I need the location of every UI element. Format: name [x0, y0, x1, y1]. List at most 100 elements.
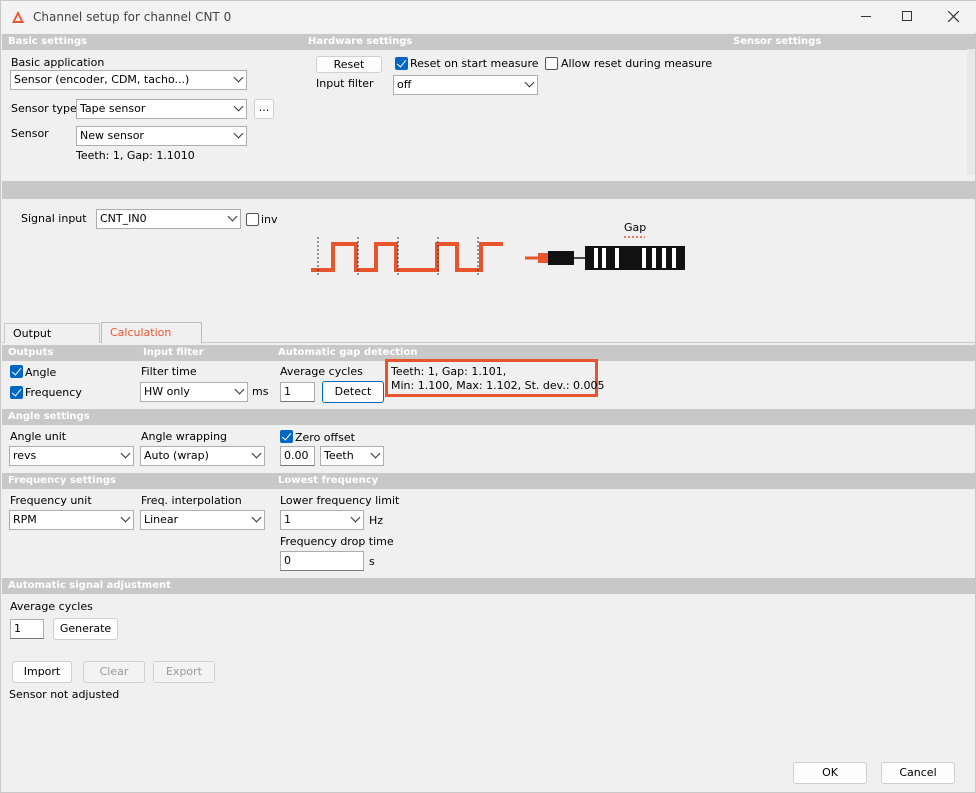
angle-output-label: Angle	[25, 366, 57, 379]
maximize-button[interactable]	[887, 1, 927, 33]
signal-input-select[interactable]: CNT_IN0	[96, 209, 241, 229]
chevron-down-icon	[120, 448, 131, 459]
sensor-settings-header: Sensor settings	[733, 36, 822, 47]
angle-unit-select[interactable]: revs	[9, 446, 134, 466]
chevron-down-icon	[227, 211, 238, 222]
hardware-settings-header: Hardware settings	[308, 36, 413, 47]
gap-avg-cycles-input[interactable]: 1	[280, 382, 315, 402]
allow-reset-label: Allow reset during measure	[561, 57, 713, 70]
hw-input-filter-select[interactable]: off	[393, 75, 538, 95]
angle-unit-value: revs	[13, 449, 37, 462]
close-icon	[948, 11, 959, 22]
scrollbar[interactable]	[967, 49, 975, 175]
ok-button[interactable]: OK	[793, 762, 867, 784]
signal-input-value: CNT_IN0	[100, 212, 147, 225]
detect-button[interactable]: Detect	[322, 381, 384, 403]
angle-wrapping-label: Angle wrapping	[141, 430, 228, 443]
export-button[interactable]: Export	[153, 661, 215, 683]
tab-output-channels[interactable]: Output channels	[4, 323, 100, 359]
adjustment-status: Sensor not adjusted	[9, 688, 120, 701]
cancel-button[interactable]: Cancel	[881, 762, 955, 784]
frequency-output-label: Frequency	[25, 386, 82, 399]
inv-label: inv	[261, 213, 278, 226]
frequency-unit-select[interactable]: RPM	[9, 510, 134, 530]
lower-frequency-limit-value: 1	[284, 513, 291, 526]
maximize-icon	[902, 11, 912, 21]
tab-calculation-setup[interactable]: Calculation setup	[101, 322, 202, 358]
frequency-unit-value: RPM	[13, 513, 37, 526]
frequency-settings-header: Frequency settings Lowest frequency	[2, 473, 976, 489]
chevron-down-icon	[524, 77, 535, 88]
import-button[interactable]: Import	[12, 661, 72, 683]
basic-application-value: Sensor (encoder, CDM, tacho...)	[14, 73, 190, 86]
channel-setup-window: Channel setup for channel CNT 0 Basic se…	[0, 0, 976, 793]
signal-adjustment-title: Automatic signal adjustment	[8, 580, 171, 591]
hw-input-filter-value: off	[397, 78, 412, 91]
top-section-header: Basic settings Hardware settings Sensor …	[2, 34, 976, 50]
sensor-label: Sensor	[11, 127, 49, 140]
window-title: Channel setup for channel CNT 0	[33, 10, 232, 24]
gap-result-line2: Min: 1.100, Max: 1.102, St. dev.: 0.005	[391, 379, 605, 392]
frequency-settings-title: Frequency settings	[8, 475, 116, 486]
clear-button[interactable]: Clear	[83, 661, 145, 683]
basic-application-select[interactable]: Sensor (encoder, CDM, tacho...)	[10, 70, 247, 90]
frequency-unit-label: Frequency unit	[10, 494, 92, 507]
filter-time-unit: ms	[252, 385, 269, 398]
sensor-info: Teeth: 1, Gap: 1.1010	[76, 149, 195, 162]
gap-detection-result: Teeth: 1, Gap: 1.101, Min: 1.100, Max: 1…	[385, 359, 605, 397]
gap-avg-cycles-label: Average cycles	[280, 365, 363, 378]
lowest-frequency-title: Lowest frequency	[278, 475, 379, 486]
basic-application-label: Basic application	[11, 56, 105, 69]
outputs-header: Outputs	[8, 347, 54, 358]
chevron-down-icon	[233, 72, 244, 83]
frequency-output-checkbox[interactable]	[10, 386, 23, 399]
adjust-avg-cycles-label: Average cycles	[10, 600, 93, 613]
chevron-down-icon	[120, 512, 131, 523]
generate-button[interactable]: Generate	[53, 618, 118, 640]
sensor-type-value: Tape sensor	[80, 102, 146, 115]
angle-unit-label: Angle unit	[10, 430, 67, 443]
adjust-avg-cycles-input[interactable]: 1	[10, 619, 44, 639]
minimize-button[interactable]	[847, 1, 887, 33]
lower-frequency-limit-select[interactable]: 1	[280, 510, 364, 530]
sensor-type-select[interactable]: Tape sensor	[76, 99, 247, 119]
chevron-down-icon	[370, 448, 381, 459]
angle-wrapping-value: Auto (wrap)	[144, 449, 209, 462]
chevron-down-icon	[251, 512, 262, 523]
freq-interpolation-label: Freq. interpolation	[141, 494, 242, 507]
angle-output-checkbox[interactable]	[10, 365, 23, 378]
pulse-waveform-icon	[311, 237, 503, 275]
frequency-drop-time-unit: s	[369, 555, 375, 568]
app-logo-icon	[12, 11, 24, 23]
filter-time-label: Filter time	[141, 365, 197, 378]
signal-input-label: Signal input	[21, 212, 87, 225]
sensor-type-more-button[interactable]: ...	[254, 99, 274, 119]
signal-adjustment-header: Automatic signal adjustment	[2, 578, 976, 594]
angle-settings-header: Angle settings	[2, 409, 976, 425]
input-filter-header: Input filter	[143, 347, 204, 358]
filter-time-select[interactable]: HW only	[140, 382, 248, 402]
zero-offset-input[interactable]: 0.00	[280, 446, 315, 466]
lower-frequency-limit-label: Lower frequency limit	[280, 494, 400, 507]
minimize-icon	[861, 16, 871, 17]
freq-interpolation-value: Linear	[144, 513, 179, 526]
reset-button[interactable]: Reset	[316, 56, 382, 73]
tape-sensor-icon	[525, 236, 685, 270]
freq-interpolation-select[interactable]: Linear	[140, 510, 265, 530]
angle-wrapping-select[interactable]: Auto (wrap)	[140, 446, 265, 466]
lower-frequency-unit: Hz	[369, 514, 384, 527]
reset-on-start-checkbox[interactable]	[395, 57, 408, 70]
sensor-value: New sensor	[80, 129, 144, 142]
offset-unit-select[interactable]: Teeth	[320, 446, 384, 466]
allow-reset-checkbox[interactable]	[545, 57, 558, 70]
inv-checkbox[interactable]	[246, 213, 259, 226]
reset-on-start-label: Reset on start measure	[410, 57, 539, 70]
close-button[interactable]	[933, 1, 973, 33]
sensor-type-label: Sensor type	[11, 102, 77, 115]
basic-settings-header: Basic settings	[8, 36, 88, 47]
section-splitter[interactable]	[2, 181, 976, 199]
title-bar: Channel setup for channel CNT 0	[1, 1, 976, 33]
frequency-drop-time-input[interactable]: 0	[280, 551, 364, 571]
sensor-select[interactable]: New sensor	[76, 126, 247, 146]
zero-offset-checkbox[interactable]	[280, 430, 293, 443]
